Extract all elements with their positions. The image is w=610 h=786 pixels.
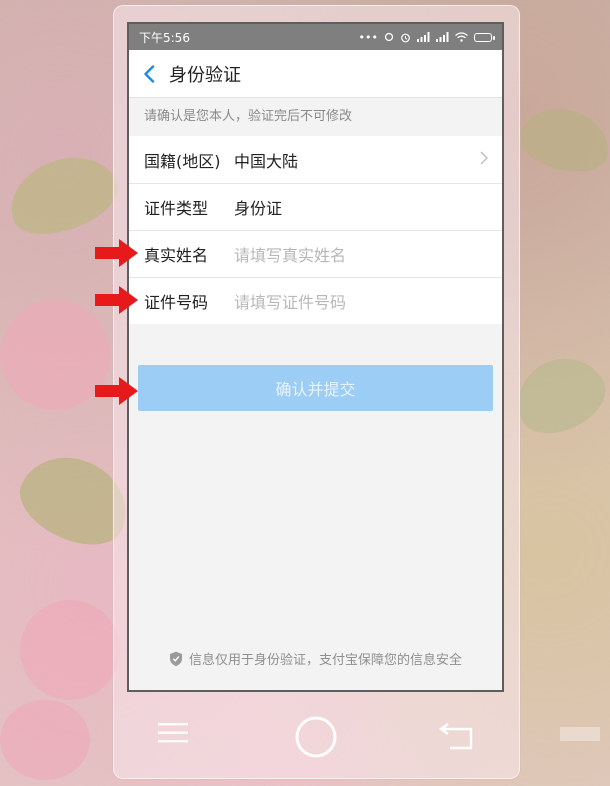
phone-nav-bar xyxy=(113,700,518,775)
nationality-value: 中国大陆 xyxy=(234,151,299,171)
submit-wrap: 确认并提交 xyxy=(129,324,502,411)
menu-icon[interactable] xyxy=(158,722,188,744)
status-icons: ••• xyxy=(358,30,495,44)
chevron-right-icon xyxy=(480,151,488,165)
more-dots-icon: ••• xyxy=(358,30,378,44)
background-blossom xyxy=(20,600,120,700)
background-leaf xyxy=(0,143,127,247)
identity-form: 国籍(地区) 中国大陆 证件类型 身份证 真实姓名 请填写真实姓名 证件号码 请… xyxy=(129,136,502,324)
red-arrow-icon xyxy=(95,377,138,405)
background-leaf xyxy=(513,99,610,181)
signal-icon xyxy=(417,32,430,42)
background-blossom xyxy=(0,300,110,410)
page-title: 身份验证 xyxy=(169,64,241,86)
chevron-left-icon[interactable] xyxy=(129,50,169,98)
shield-icon xyxy=(169,651,182,666)
real-name-row[interactable]: 真实姓名 请填写真实姓名 xyxy=(129,230,502,277)
sync-icon xyxy=(384,32,394,42)
title-bar: 身份验证 xyxy=(129,50,502,98)
id-type-label: 证件类型 xyxy=(144,199,209,218)
red-arrow-icon xyxy=(95,239,138,267)
id-number-input[interactable]: 请填写证件号码 xyxy=(234,289,346,313)
nationality-label: 国籍(地区) xyxy=(144,151,221,171)
status-bar: 下午5:56 ••• xyxy=(129,24,502,50)
background-blossom xyxy=(0,700,90,780)
submit-button[interactable]: 确认并提交 xyxy=(138,365,493,411)
notice-text: 请确认是您本人，验证完后不可修改 xyxy=(129,98,502,136)
phone-screen: 下午5:56 ••• 身份验证 请确认是您本人，验证完后不可修改 国籍(地区) … xyxy=(127,22,504,692)
signal-icon xyxy=(436,32,449,42)
id-number-row[interactable]: 证件号码 请填写证件号码 xyxy=(129,277,502,324)
id-number-label: 证件号码 xyxy=(144,293,209,312)
id-type-row[interactable]: 证件类型 身份证 xyxy=(129,183,502,230)
home-circle-icon[interactable] xyxy=(294,715,338,759)
id-type-value: 身份证 xyxy=(234,199,283,218)
background-leaf xyxy=(504,344,610,446)
red-arrow-icon xyxy=(95,286,138,314)
real-name-input[interactable]: 请填写真实姓名 xyxy=(234,242,346,266)
footer-text: 信息仅用于身份验证，支付宝保障您的信息安全 xyxy=(188,653,462,668)
watermark-area xyxy=(560,727,600,741)
security-footer: 信息仅用于身份验证，支付宝保障您的信息安全 xyxy=(129,649,502,668)
real-name-label: 真实姓名 xyxy=(144,246,209,265)
wifi-icon xyxy=(455,32,468,42)
nationality-row[interactable]: 国籍(地区) 中国大陆 xyxy=(129,136,502,183)
alarm-icon xyxy=(401,33,410,42)
back-arrow-icon[interactable] xyxy=(438,720,474,750)
status-time: 下午5:56 xyxy=(139,30,190,45)
battery-icon xyxy=(474,32,495,42)
